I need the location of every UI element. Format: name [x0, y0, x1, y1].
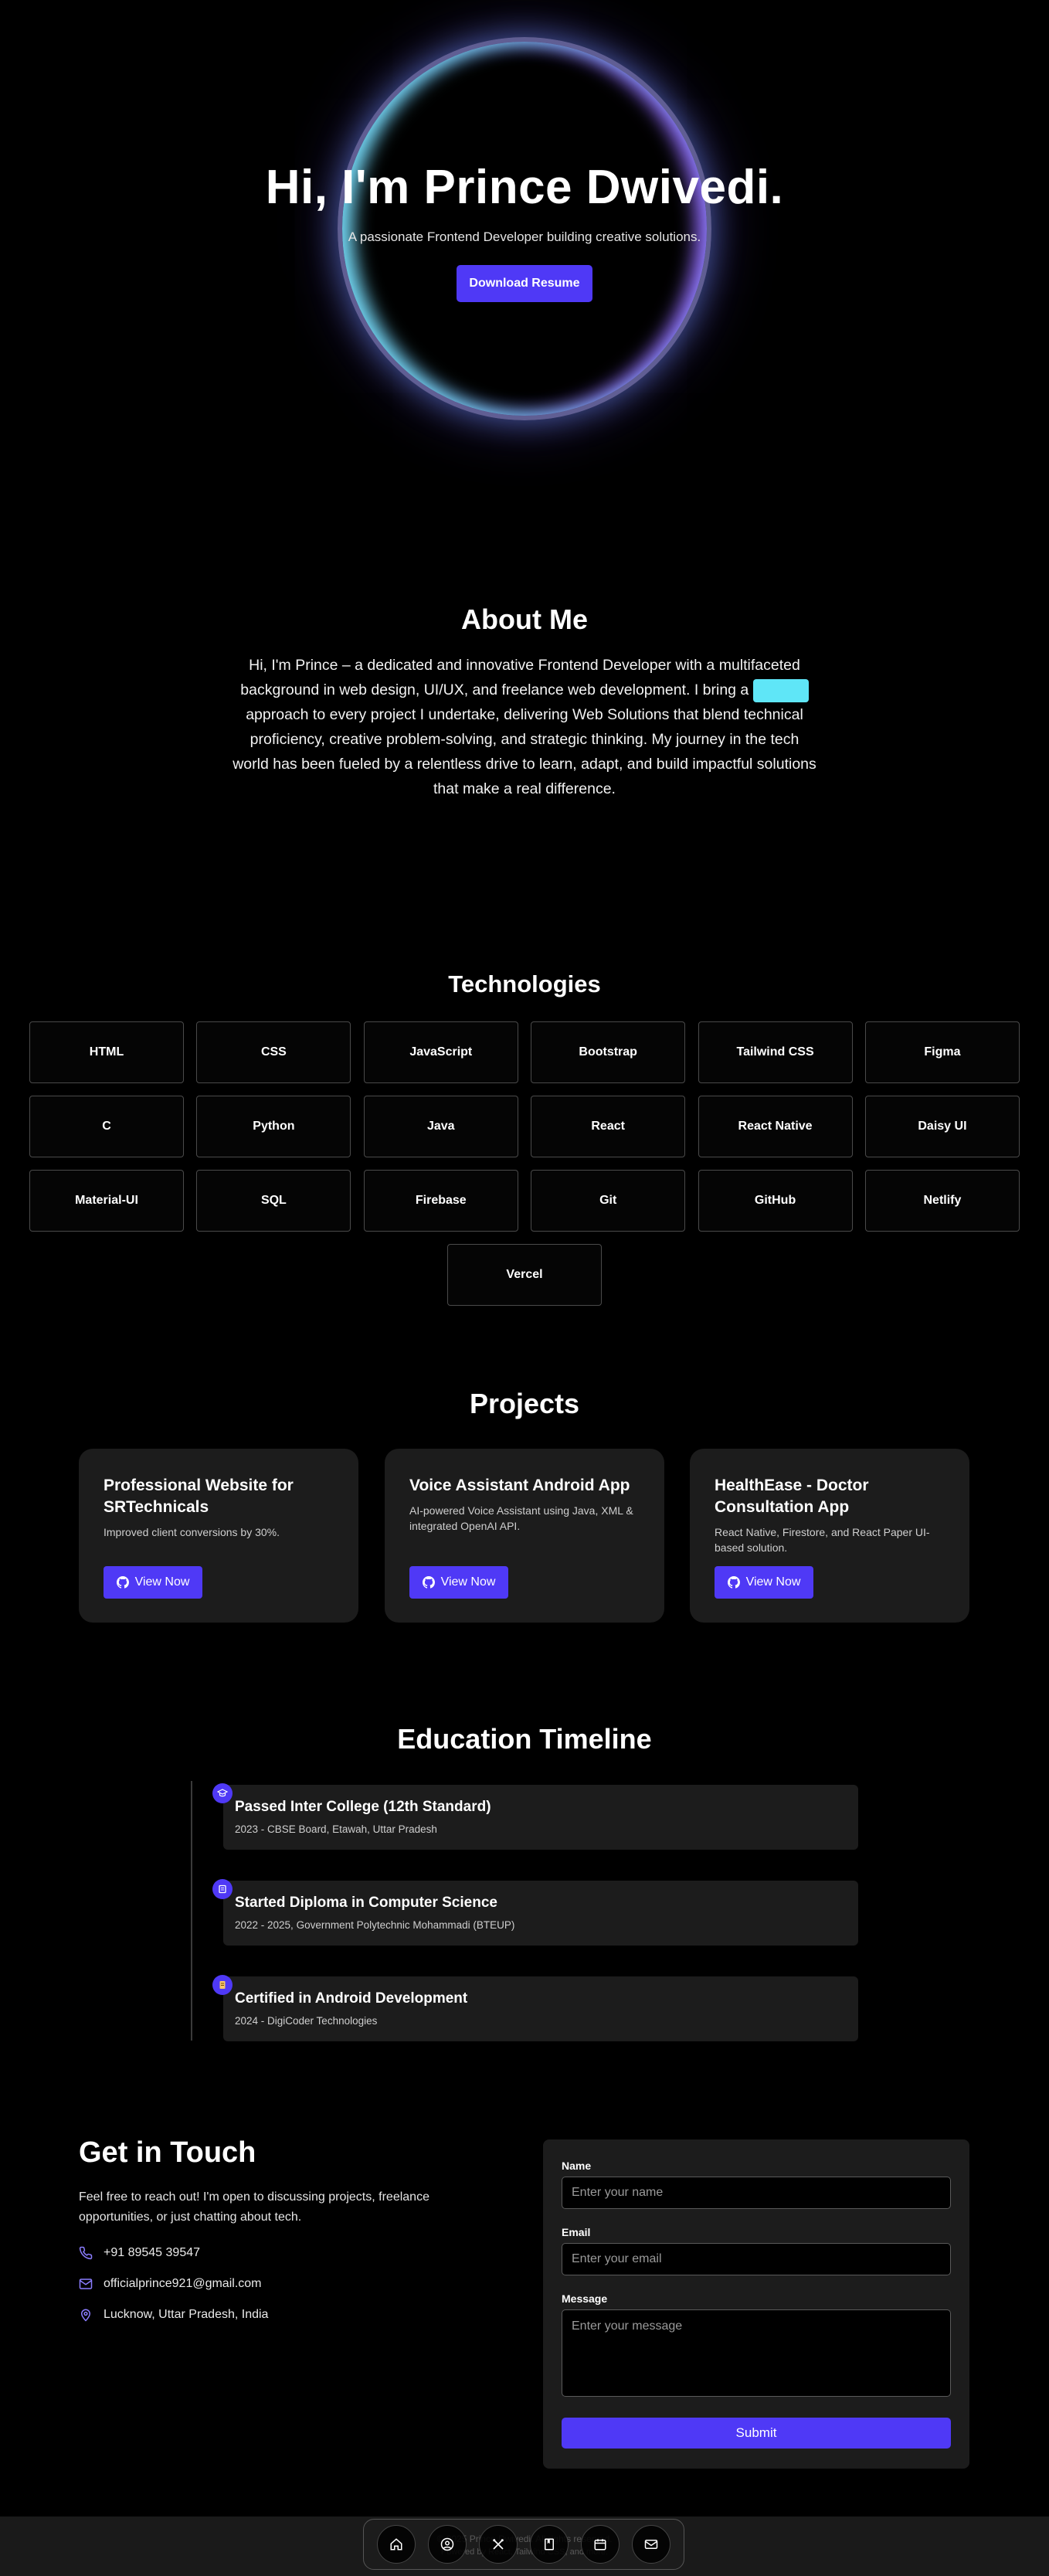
location-pin-icon: [79, 2308, 93, 2322]
view-now-label: View Now: [134, 1575, 190, 1589]
bottom-dock-nav: [363, 2519, 684, 2570]
project-description: React Native, Firestore, and React Paper…: [715, 1526, 930, 1554]
view-now-button[interactable]: View Now: [409, 1566, 508, 1599]
project-title: Voice Assistant Android App: [409, 1477, 630, 1494]
project-card: Voice Assistant Android App AI-powered V…: [385, 1449, 664, 1623]
tools-icon[interactable]: [479, 2525, 518, 2564]
user-icon[interactable]: [428, 2525, 467, 2564]
project-title: HealthEase - Doctor Consultation App: [715, 1477, 869, 1516]
home-icon[interactable]: [377, 2525, 416, 2564]
projects-title: Projects: [469, 1388, 580, 1419]
project-title: Professional Website for SRTechnicals: [104, 1477, 294, 1516]
project-card: HealthEase - Doctor Consultation App Rea…: [690, 1449, 969, 1623]
graduation-icon: [212, 1783, 233, 1803]
project-description: AI-powered Voice Assistant using Java, X…: [409, 1504, 633, 1532]
view-now-label: View Now: [440, 1575, 496, 1589]
message-textarea[interactable]: [562, 2309, 951, 2397]
tech-card: React: [531, 1096, 686, 1157]
glowing-ring-graphic: [338, 37, 711, 420]
view-now-button[interactable]: View Now: [104, 1566, 202, 1599]
tech-card: Daisy UI: [864, 1096, 1020, 1157]
about-title: About Me: [461, 603, 588, 635]
tech-card: Material-UI: [29, 1170, 184, 1232]
project-card: Professional Website for SRTechnicals Im…: [79, 1449, 358, 1623]
technologies-title: Technologies: [448, 970, 601, 997]
email-text: officialprince921@gmail.com: [104, 2277, 262, 2290]
name-label: Name: [562, 2160, 592, 2172]
view-now-label: View Now: [745, 1575, 801, 1589]
view-now-button[interactable]: View Now: [715, 1566, 813, 1599]
hero-subtitle: A passionate Frontend Developer building…: [348, 229, 701, 244]
book-icon: [212, 1879, 233, 1899]
tech-card: CSS: [196, 1021, 351, 1083]
timeline-item-title: Started Diploma in Computer Science: [235, 1895, 497, 1911]
about-text-part-1: Hi, I'm Prince – a dedicated and innovat…: [240, 657, 800, 698]
timeline-item-subtitle: 2022 - 2025, Government Polytechnic Moha…: [235, 1919, 515, 1931]
contact-form: Name Email Message Submit: [543, 2139, 969, 2469]
mail-icon[interactable]: [632, 2525, 670, 2564]
tech-card: Netlify: [864, 1170, 1020, 1232]
email-input[interactable]: [562, 2243, 951, 2275]
submit-button[interactable]: Submit: [562, 2418, 951, 2449]
timeline-item-title: Passed Inter College (12th Standard): [235, 1799, 491, 1815]
github-icon: [727, 1576, 740, 1589]
timeline-line: [191, 1781, 192, 2041]
book-icon[interactable]: [530, 2525, 569, 2564]
github-icon: [422, 1576, 435, 1589]
message-label: Message: [562, 2292, 608, 2305]
highlight-mark: [752, 678, 809, 702]
contact-description: Feel free to reach out! I'm open to disc…: [79, 2190, 429, 2224]
education-title: Education Timeline: [397, 1723, 652, 1755]
hero-section: Hi, I'm Prince Dwivedi. A passionate Fro…: [0, 0, 1049, 494]
timeline-item-subtitle: 2024 - DigiCoder Technologies: [235, 2015, 378, 2027]
email-label: Email: [562, 2226, 591, 2238]
about-text: Hi, I'm Prince – a dedicated and innovat…: [231, 653, 818, 801]
technologies-grid: HTML CSS JavaScript Bootstrap Tailwind C…: [29, 1021, 1020, 1232]
tech-card: Bootstrap: [531, 1021, 686, 1083]
tech-card: Figma: [864, 1021, 1020, 1083]
phone-text: +91 89545 39547: [104, 2246, 201, 2259]
about-text-part-2: approach to every project I undertake, d…: [233, 706, 816, 797]
phone-icon: [79, 2246, 93, 2260]
tech-card: C: [29, 1096, 184, 1157]
project-description: Improved client conversions by 30%.: [104, 1526, 280, 1538]
tech-card: Python: [196, 1096, 351, 1157]
timeline-item-subtitle: 2023 - CBSE Board, Etawah, Uttar Pradesh: [235, 1823, 437, 1835]
timeline-item: Started Diploma in Computer Science 2022…: [223, 1881, 858, 1946]
certificate-icon: [212, 1975, 233, 1995]
name-input[interactable]: [562, 2177, 951, 2209]
calendar-icon[interactable]: [581, 2525, 620, 2564]
download-resume-button[interactable]: Download Resume: [457, 265, 592, 302]
contact-email[interactable]: officialprince921@gmail.com: [79, 2277, 261, 2291]
tech-card: GitHub: [698, 1170, 853, 1232]
tech-card: Firebase: [363, 1170, 518, 1232]
location-text: Lucknow, Uttar Pradesh, India: [104, 2308, 269, 2321]
tech-card: Vercel: [447, 1244, 602, 1306]
tech-card: HTML: [29, 1021, 184, 1083]
timeline-item: Passed Inter College (12th Standard) 202…: [223, 1785, 858, 1850]
tech-card: Java: [363, 1096, 518, 1157]
hero-title: Hi, I'm Prince Dwivedi.: [265, 161, 784, 214]
tech-card: JavaScript: [363, 1021, 518, 1083]
github-icon: [116, 1576, 129, 1589]
timeline-item: Certified in Android Development 2024 - …: [223, 1976, 858, 2041]
tech-card: React Native: [698, 1096, 853, 1157]
contact-phone[interactable]: +91 89545 39547: [79, 2246, 200, 2260]
contact-location: Lucknow, Uttar Pradesh, India: [79, 2308, 268, 2322]
contact-title: Get in Touch: [79, 2136, 256, 2169]
mail-icon: [79, 2277, 93, 2291]
tech-card: Git: [531, 1170, 686, 1232]
tech-card: Tailwind CSS: [698, 1021, 853, 1083]
timeline-item-title: Certified in Android Development: [235, 1990, 468, 2007]
tech-card: SQL: [196, 1170, 351, 1232]
